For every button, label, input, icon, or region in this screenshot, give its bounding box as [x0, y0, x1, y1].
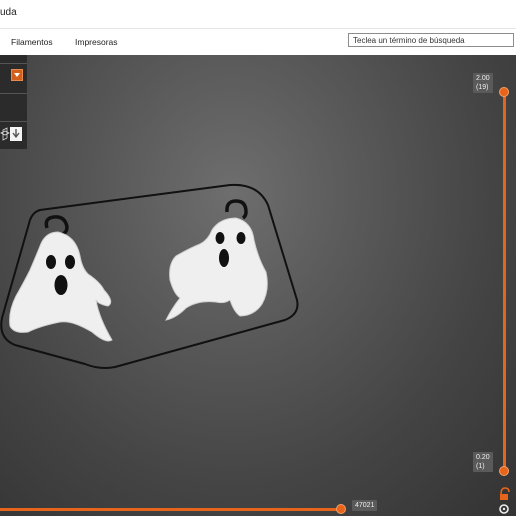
layer-bottom-index: (1)	[476, 463, 485, 470]
move-slider-track[interactable]	[0, 508, 342, 511]
layer-top-index: (19)	[476, 84, 489, 91]
layer-bottom-label: 0.20 (1)	[473, 452, 493, 472]
layer-top-value: 2.00	[476, 75, 490, 82]
layer-slider-track[interactable]	[503, 92, 506, 470]
layer-bottom-value: 0.20	[476, 454, 490, 461]
layer-slider-top-thumb[interactable]	[499, 87, 509, 97]
move-slider-value: 47021	[352, 500, 378, 511]
layer-top-label: 2.00 (19)	[473, 73, 493, 93]
move-slider-thumb[interactable]	[336, 504, 346, 514]
download-icon[interactable]	[10, 127, 22, 141]
scene-svg	[0, 127, 510, 514]
cube-icon[interactable]	[0, 127, 10, 141]
lock-icon[interactable]	[500, 487, 510, 500]
gear-icon[interactable]	[499, 504, 509, 514]
layer-slider-bottom-thumb[interactable]	[499, 466, 509, 476]
ghost-model-right[interactable]	[165, 199, 268, 321]
